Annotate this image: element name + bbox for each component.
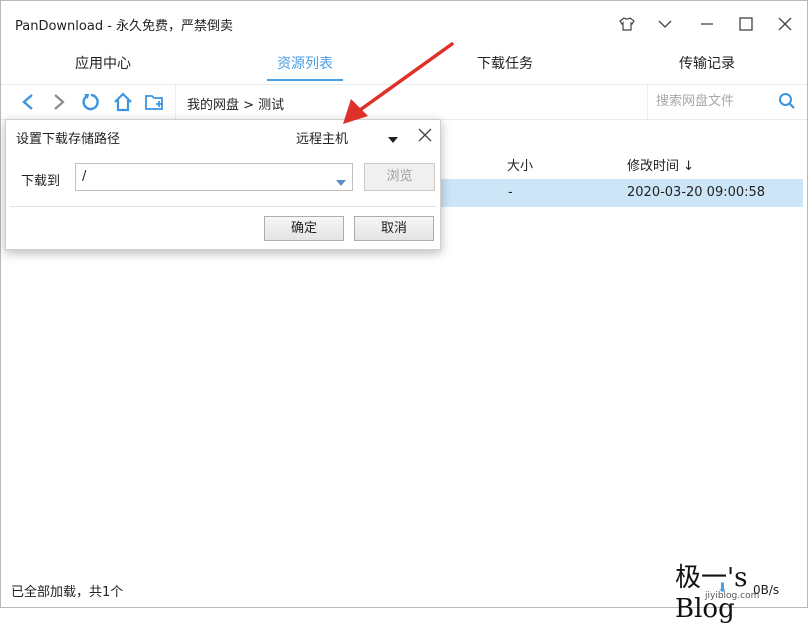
search-icon xyxy=(779,93,795,109)
caret-down-icon xyxy=(388,137,398,143)
maximize-icon xyxy=(739,17,753,31)
download-speed: 0B/s xyxy=(753,583,780,597)
tab-label: 资源列表 xyxy=(277,56,333,72)
shirt-icon xyxy=(619,17,635,31)
cell-size: - xyxy=(508,185,513,200)
new-folder-button[interactable] xyxy=(144,91,166,113)
remote-host-selector[interactable]: 远程主机 xyxy=(296,128,348,147)
dialog-title: 设置下载存储路径 xyxy=(16,132,121,147)
skin-button[interactable] xyxy=(609,9,645,39)
new-folder-icon xyxy=(145,95,163,110)
toolbar-divider xyxy=(175,85,176,119)
refresh-icon xyxy=(82,93,99,111)
browse-button[interactable]: 浏览 xyxy=(364,163,435,191)
close-icon xyxy=(418,128,432,142)
dialog-divider xyxy=(10,206,436,207)
minimize-button[interactable] xyxy=(689,9,725,39)
title-bar: PanDownload - 永久免费，严禁倒卖 xyxy=(1,1,807,45)
column-header-modified[interactable]: 修改时间 ↓ xyxy=(627,155,694,174)
cancel-button[interactable]: 取消 xyxy=(354,216,434,241)
caret-down-icon xyxy=(336,180,346,186)
ok-button[interactable]: 确定 xyxy=(264,216,344,241)
watermark-url: jiyiblog.com xyxy=(705,591,760,601)
window-title: PanDownload - 永久免费，严禁倒卖 xyxy=(15,19,234,34)
tab-download-tasks[interactable]: 下载任务 xyxy=(465,45,545,83)
forward-icon xyxy=(54,94,65,110)
tab-app-center[interactable]: 应用中心 xyxy=(63,45,143,83)
cell-modified: 2020-03-20 09:00:58 xyxy=(627,185,766,200)
combobox-arrow[interactable] xyxy=(336,175,346,190)
home-button[interactable] xyxy=(112,91,134,113)
search-box xyxy=(647,85,808,119)
main-tabs: 应用中心 资源列表 下载任务 传输记录 xyxy=(1,45,807,83)
download-path-value: / xyxy=(82,169,87,184)
breadcrumb[interactable]: 我的网盘 > 测试 xyxy=(187,94,284,113)
maximize-button[interactable] xyxy=(728,9,764,39)
forward-button[interactable] xyxy=(48,91,70,113)
close-button[interactable] xyxy=(767,9,803,39)
search-button[interactable] xyxy=(778,92,796,114)
tab-resource-list[interactable]: 资源列表 xyxy=(263,45,347,83)
download-speed-icon: ⬇ xyxy=(717,581,728,596)
active-tab-indicator xyxy=(267,79,343,81)
close-icon xyxy=(778,17,792,31)
app-window: PanDownload - 永久免费，严禁倒卖 应用中心 资源列表 下载任务 传… xyxy=(0,0,808,624)
tab-label: 下载任务 xyxy=(477,56,533,72)
tab-transfer-history[interactable]: 传输记录 xyxy=(667,45,747,83)
back-button[interactable] xyxy=(17,91,39,113)
search-input[interactable] xyxy=(654,93,768,110)
chevron-down-icon xyxy=(658,20,672,28)
minimize-icon xyxy=(701,23,713,25)
tab-label: 应用中心 xyxy=(75,56,131,72)
download-to-label: 下载到 xyxy=(21,174,61,189)
toolbar: 我的网盘 > 测试 xyxy=(1,84,807,120)
dialog-close-button[interactable] xyxy=(418,128,432,146)
back-icon xyxy=(22,94,33,110)
status-summary: 已全部加载，共1个 xyxy=(11,585,124,600)
home-icon xyxy=(114,92,132,112)
tab-label: 传输记录 xyxy=(679,56,735,72)
download-path-dialog: 设置下载存储路径 远程主机 下载到 / 浏览 确定 取消 xyxy=(5,119,441,250)
column-header-size[interactable]: 大小 xyxy=(507,155,533,174)
remote-host-dropdown[interactable] xyxy=(388,132,398,147)
menu-dropdown-button[interactable] xyxy=(647,9,683,39)
download-path-combobox[interactable]: / xyxy=(75,163,353,191)
refresh-button[interactable] xyxy=(80,91,102,113)
